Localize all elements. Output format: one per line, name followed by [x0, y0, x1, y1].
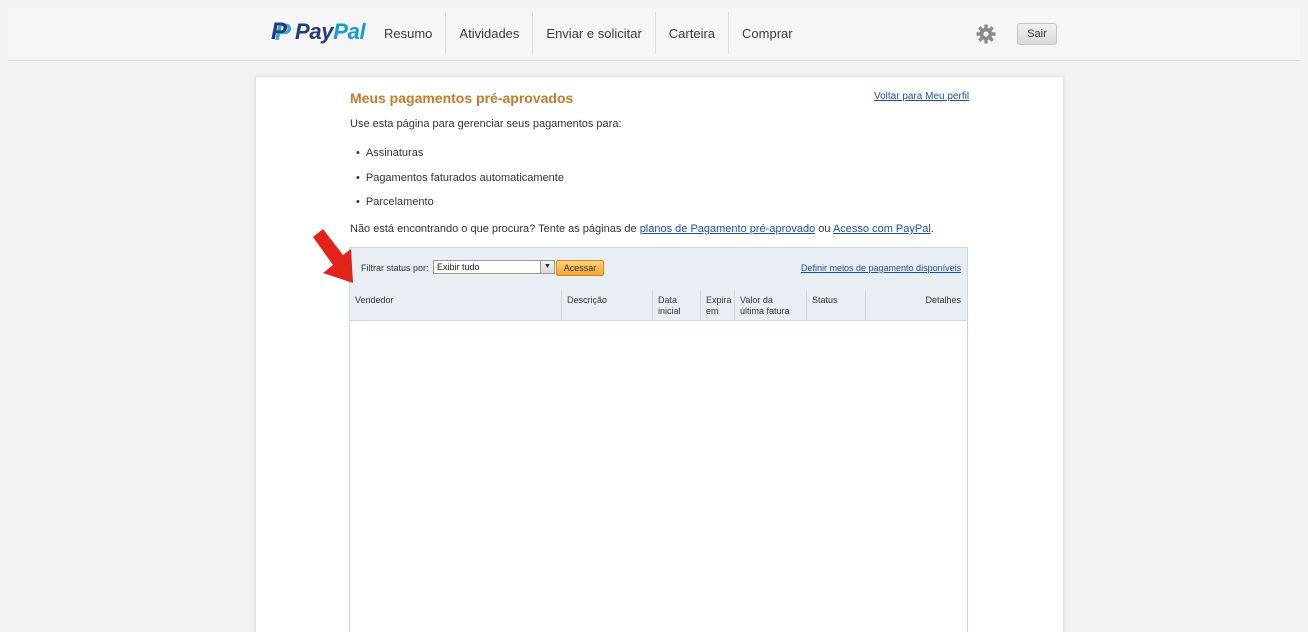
logout-button[interactable]: Sair: [1017, 23, 1057, 45]
acessar-button[interactable]: Acessar: [556, 260, 604, 276]
list-item: Pagamentos faturados automaticamente: [356, 171, 564, 196]
list-item: Assinaturas: [356, 146, 564, 171]
page-title: Meus pagamentos pré-aprovados: [350, 90, 574, 106]
red-arrow-annotation: [313, 229, 353, 283]
nav-enviar-solicitar[interactable]: Enviar e solicitar: [532, 12, 654, 54]
login-with-paypal-link[interactable]: Acesso com PayPal: [833, 223, 931, 235]
column-header-valor-ultima-fatura[interactable]: Valor da última fatura: [734, 290, 806, 321]
preapproved-plans-link[interactable]: planos de Pagamento pré-aprovado: [640, 223, 816, 235]
table-header: Vendedor Descrição Data inicial Expira e…: [350, 290, 967, 321]
paypal-wordmark: PayPal: [295, 19, 366, 44]
help-suffix: .: [930, 223, 934, 235]
column-header-expira-em[interactable]: Expira em: [700, 290, 734, 321]
back-to-profile-link[interactable]: Voltar para Meu perfil: [874, 91, 969, 102]
filter-bar: Filtrar status por: Exibir tudo ▼ Acessa…: [350, 248, 967, 290]
column-header-vendedor[interactable]: Vendedor: [350, 290, 561, 321]
help-prefix: Não está encontrando o que procura? Tent…: [350, 223, 640, 235]
filter-label: Filtrar status por:: [361, 263, 429, 273]
payments-table-panel: Filtrar status por: Exibir tudo ▼ Acessa…: [349, 247, 968, 632]
intro-text: Use esta página para gerenciar seus paga…: [350, 118, 622, 130]
payment-types-list: Assinaturas Pagamentos faturados automat…: [356, 146, 564, 220]
column-header-detalhes[interactable]: Detalhes: [865, 290, 967, 321]
nav-carteira[interactable]: Carteira: [654, 12, 728, 54]
paypal-p-icon: PP: [271, 18, 292, 46]
nav-resumo[interactable]: Resumo: [371, 12, 445, 54]
status-filter-value: Exibir tudo: [437, 262, 480, 272]
column-header-status[interactable]: Status: [806, 290, 865, 321]
chevron-down-icon[interactable]: ▼: [540, 261, 554, 273]
column-header-data-inicial[interactable]: Data inicial: [652, 290, 700, 321]
paypal-logo[interactable]: PP PayPal: [271, 18, 366, 46]
define-payment-methods-link[interactable]: Definir meios de pagamento disponíveis: [801, 263, 961, 273]
gear-icon[interactable]: [976, 24, 996, 44]
list-item: Parcelamento: [356, 195, 564, 220]
help-text: Não está encontrando o que procura? Tent…: [350, 223, 934, 235]
main-nav: Resumo Atividades Enviar e solicitar Car…: [371, 12, 806, 54]
status-filter-select[interactable]: Exibir tudo ▼: [433, 260, 555, 274]
nav-atividades[interactable]: Atividades: [445, 12, 532, 54]
help-middle: ou: [815, 223, 833, 235]
column-header-descricao[interactable]: Descrição: [561, 290, 652, 321]
nav-comprar[interactable]: Comprar: [728, 12, 806, 54]
